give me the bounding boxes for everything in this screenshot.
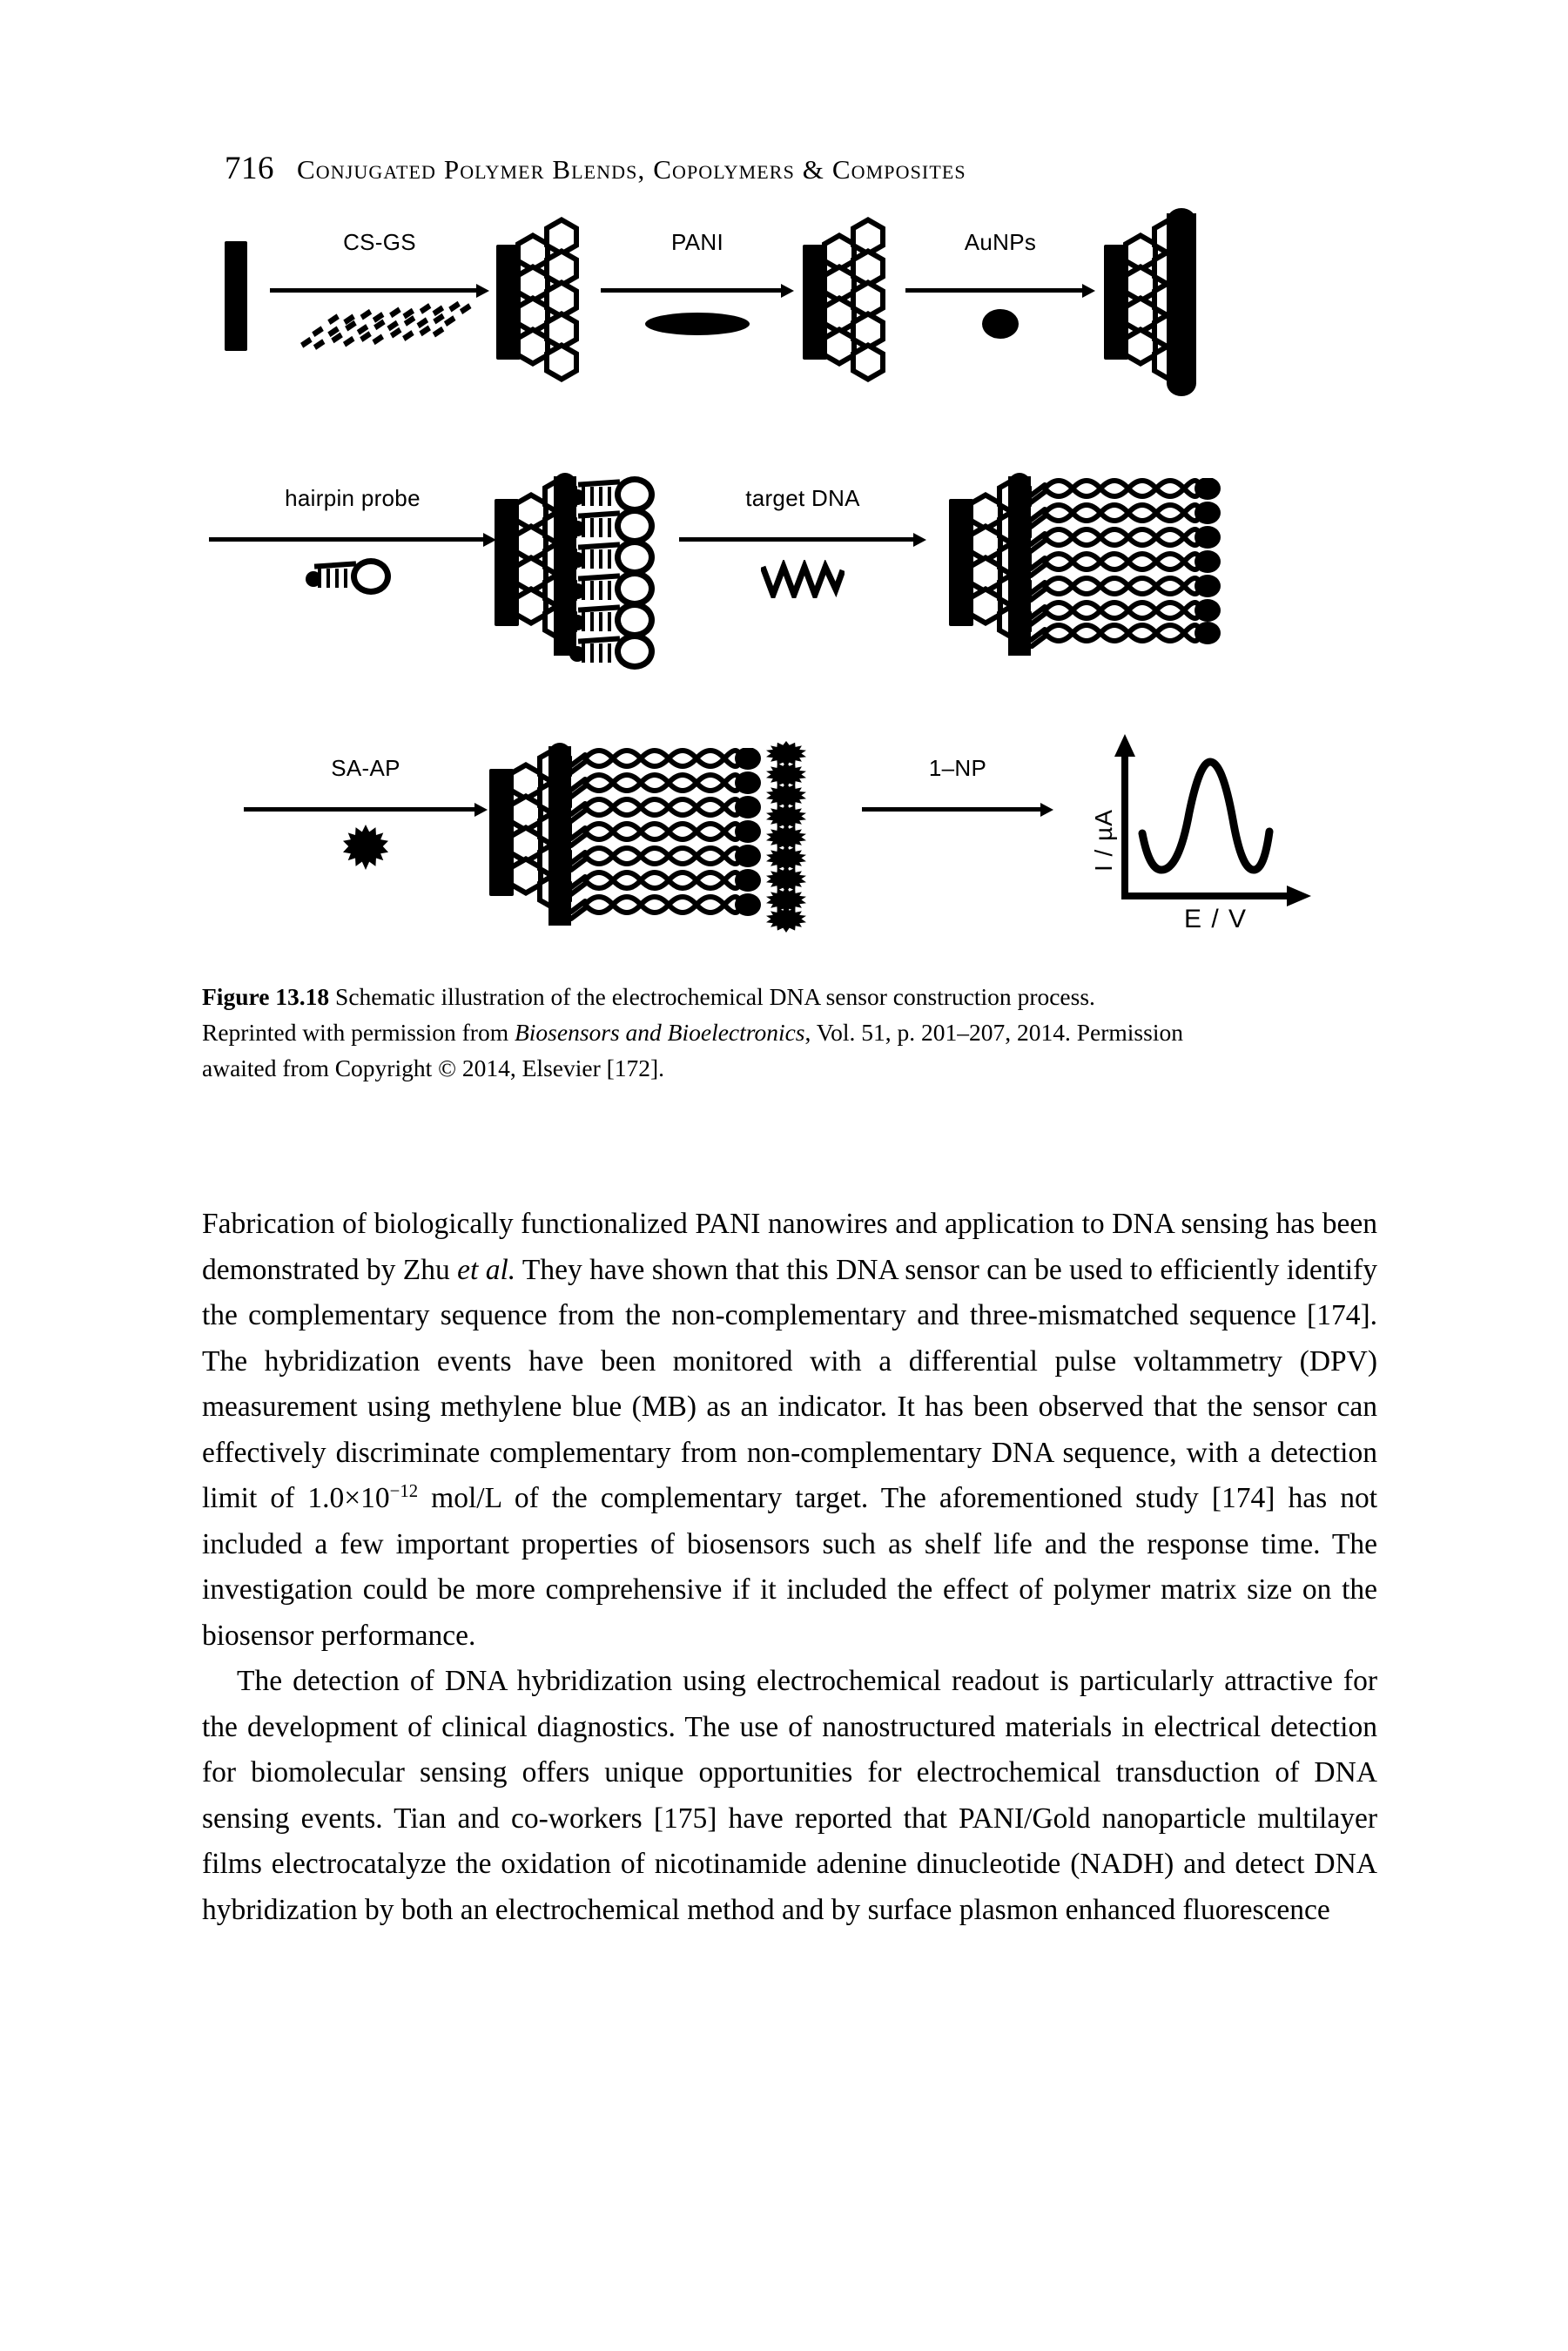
reaction-step-cs-gs: CS-GS xyxy=(270,231,489,351)
dna-duplex-strands xyxy=(1028,477,1221,650)
reaction-label-target-dna: target DNA xyxy=(745,485,860,511)
reaction-label-hairpin-probe: hairpin probe xyxy=(285,485,421,511)
sa-ap-starburst-icon xyxy=(343,825,388,870)
reaction-step-sa-ap: SA-AP xyxy=(244,757,488,870)
reaction-step-aunps: AuNPs xyxy=(905,231,1095,339)
reaction-arrow-3 xyxy=(905,284,1095,298)
reaction-step-1-np: 1–NP xyxy=(862,755,1053,817)
reaction-label-aunps: AuNPs xyxy=(964,229,1037,255)
reaction-label-pani: PANI xyxy=(671,229,723,255)
reaction-arrow-2 xyxy=(601,284,794,298)
target-dna-strand-icon xyxy=(759,558,846,603)
dna-duplex-array xyxy=(569,747,787,926)
body-text: Fabrication of biologically functionaliz… xyxy=(202,1202,1377,1933)
dna-duplex-strands xyxy=(569,747,761,921)
pani-blob-icon xyxy=(645,313,750,335)
paragraph-1: Fabrication of biologically functionaliz… xyxy=(202,1202,1377,1659)
paragraph-1-exponent: −12 xyxy=(389,1480,419,1501)
figure-row-2: hairpin probe target DNA xyxy=(209,473,1376,692)
reaction-label-1-np: 1–NP xyxy=(928,755,987,781)
reaction-step-target-dna: target DNA xyxy=(679,487,926,603)
figure-row-1: CS-GS PANI AuNPs xyxy=(218,208,1376,422)
graphene-sheet-icon xyxy=(288,298,472,358)
voltammogram-x-axis-label: E / V xyxy=(1184,905,1248,933)
voltammogram-y-axis-label: I / µA xyxy=(1090,809,1117,872)
reaction-step-pani: PANI xyxy=(601,231,794,335)
biotin-label-dots xyxy=(735,747,761,916)
reaction-label-sa-ap: SA-AP xyxy=(331,755,400,781)
paragraph-2: The detection of DNA hybridization using… xyxy=(202,1665,1377,1926)
page-number: 716 xyxy=(225,151,274,186)
figure-caption-number: Figure 13.18 xyxy=(202,983,330,1010)
hairpin-probe-icon xyxy=(306,556,400,596)
reaction-arrow-4 xyxy=(209,533,496,547)
reaction-arrow-7 xyxy=(862,803,1053,817)
reaction-label-cs-gs: CS-GS xyxy=(343,229,416,255)
figure-caption: Figure 13.18 Schematic illustration of t… xyxy=(202,979,1195,1086)
running-head: 716 Conjugated Polymer Blends, Copolymer… xyxy=(225,150,1374,193)
gold-nanoparticle-layer xyxy=(548,743,571,926)
figure-caption-line-1: Schematic illustration of the electroche… xyxy=(335,983,1012,1010)
paragraph-1-part-2: They have shown that this DNA sensor can… xyxy=(202,1253,1378,1515)
figure-caption-journal: Biosensors and Bioelectronics xyxy=(514,1019,805,1046)
document-page: 716 Conjugated Polymer Blends, Copolymer… xyxy=(0,0,1568,2351)
reaction-arrow-1 xyxy=(270,284,489,298)
reaction-arrow-5 xyxy=(679,533,926,547)
gold-nanoparticle-layer xyxy=(1167,208,1196,396)
dna-duplex-array xyxy=(1028,477,1236,653)
gold-nanoparticle-layer xyxy=(1008,473,1031,656)
gold-nanoparticle-icon xyxy=(982,309,1019,339)
figure-row-3: SA-AP 1–NP I / µA E / V xyxy=(218,734,1376,962)
figure-13-18-graphic: CS-GS PANI AuNPs hairpin probe target DN… xyxy=(209,208,1376,967)
voltammogram-plot: I / µA E / V xyxy=(1071,732,1332,933)
reaction-step-hairpin-probe: hairpin probe xyxy=(209,487,496,596)
figure-caption-line-2b: , Vol. 51, xyxy=(804,1019,892,1046)
bare-electrode xyxy=(225,241,247,351)
paragraph-1-et-al: et al. xyxy=(457,1253,516,1286)
reaction-arrow-6 xyxy=(244,803,488,817)
running-head-title: Conjugated Polymer Blends, Copolymers & … xyxy=(297,154,966,185)
